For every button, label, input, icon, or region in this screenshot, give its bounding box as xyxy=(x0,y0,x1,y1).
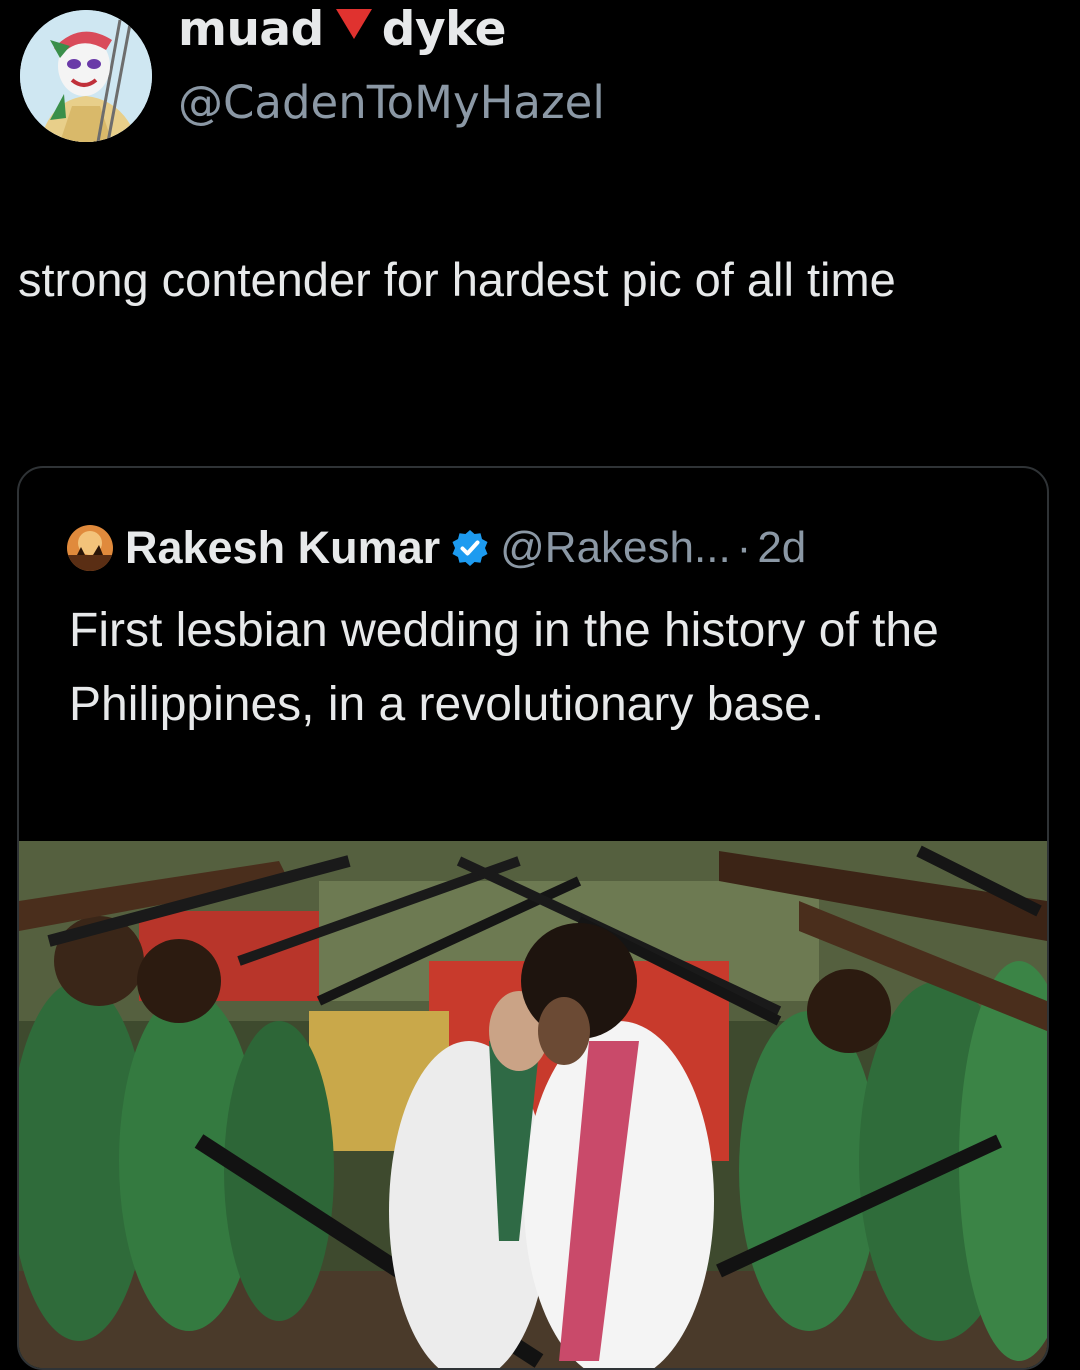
quoted-tweet-header: Rakesh Kumar @Rakesh... · 2d xyxy=(67,520,806,576)
author-handle[interactable]: @CadenToMyHazel xyxy=(178,76,605,129)
header-separator: · xyxy=(736,523,752,572)
author-display-name[interactable]: muad dyke xyxy=(178,2,506,57)
quoted-tweet-text: First lesbian wedding in the history of … xyxy=(69,604,939,731)
quoted-tweet-card[interactable]: Rakesh Kumar @Rakesh... · 2d First lesbi… xyxy=(17,466,1049,1370)
verified-badge-icon xyxy=(452,530,488,566)
quoted-author-handle[interactable]: @Rakesh... xyxy=(500,523,731,573)
quoted-tweet-photo[interactable] xyxy=(19,841,1047,1368)
quoted-author-avatar[interactable] xyxy=(67,525,113,571)
quoted-author-name[interactable]: Rakesh Kumar xyxy=(125,522,440,574)
quoted-tweet-timestamp[interactable]: 2d xyxy=(757,523,806,573)
tweet-text: strong contender for hardest pic of all … xyxy=(18,253,896,306)
author-name-part1: muad xyxy=(178,2,324,57)
author-avatar[interactable] xyxy=(20,10,152,142)
author-name-part2: dyke xyxy=(381,2,507,57)
red-triangle-icon xyxy=(335,9,372,39)
tweet: muad dyke @CadenToMyHazel strong contende… xyxy=(0,0,1080,1370)
